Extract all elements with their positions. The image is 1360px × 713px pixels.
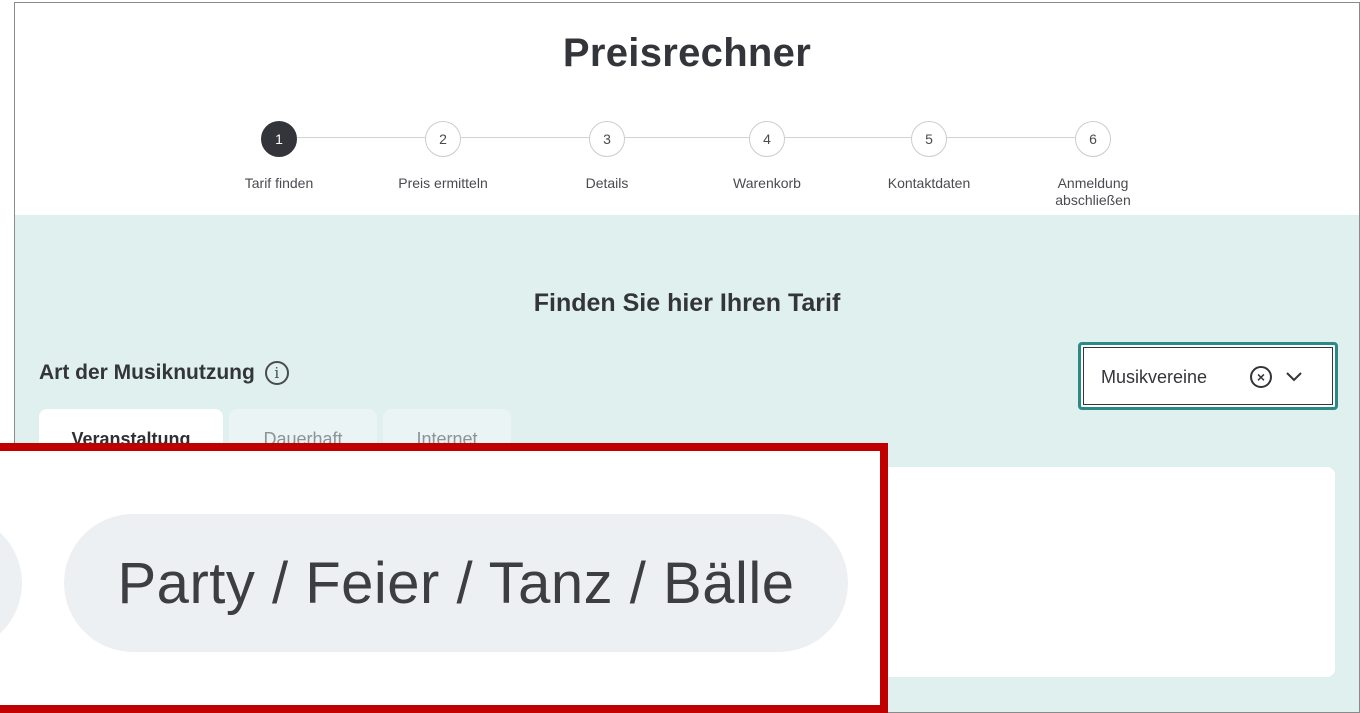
- category-pill-partial[interactable]: [0, 514, 22, 652]
- step-3-circle[interactable]: 3: [589, 121, 625, 157]
- category-select-value: Musikvereine: [1101, 367, 1208, 387]
- step-2-circle[interactable]: 2: [425, 121, 461, 157]
- step-4-label: Warenkorb: [733, 175, 801, 191]
- step-1-label: Tarif finden: [244, 175, 314, 191]
- step-5-label: Kontaktdaten: [887, 175, 971, 191]
- music-usage-label: Art der Musiknutzung i: [39, 361, 289, 385]
- step-connector: [785, 137, 911, 138]
- zoom-callout: Party / Feier / Tanz / Bälle: [0, 443, 888, 713]
- header: Preisrechner 1 2 3 4 5 6 Tarif finden Pr…: [15, 3, 1359, 215]
- step-4-circle[interactable]: 4: [749, 121, 785, 157]
- step-1-circle[interactable]: 1: [261, 121, 297, 157]
- step-connector: [297, 137, 425, 138]
- step-connector: [461, 137, 589, 138]
- step-6-label: Anmeldung abschließen: [1055, 175, 1131, 208]
- step-3-label: Details: [585, 175, 629, 191]
- stepper: 1 2 3 4 5 6 Tarif finden Preis ermitteln…: [15, 3, 1359, 215]
- music-usage-text: Art der Musiknutzung: [39, 361, 255, 384]
- category-pill-party[interactable]: Party / Feier / Tanz / Bälle: [64, 514, 848, 652]
- step-5-circle[interactable]: 5: [911, 121, 947, 157]
- step-6-circle[interactable]: 6: [1075, 121, 1111, 157]
- step-connector: [625, 137, 749, 138]
- category-select[interactable]: Musikvereine ×: [1078, 342, 1338, 410]
- chevron-down-icon[interactable]: [1285, 369, 1303, 385]
- step-connector: [947, 137, 1075, 138]
- section-subtitle: Finden Sie hier Ihren Tarif: [533, 289, 841, 317]
- info-icon[interactable]: i: [264, 361, 289, 385]
- clear-circle-icon[interactable]: ×: [1250, 366, 1272, 388]
- step-2-label: Preis ermitteln: [398, 175, 488, 191]
